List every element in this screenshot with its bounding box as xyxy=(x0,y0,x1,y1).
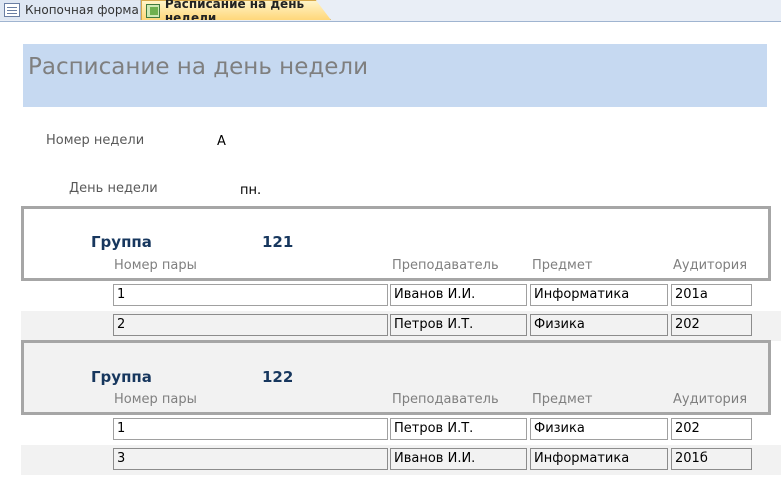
group-header-section: Группа 122 Номер пары Преподаватель Пред… xyxy=(21,340,771,415)
report-title: Расписание на день недели xyxy=(28,54,369,80)
weekday-label: День недели xyxy=(69,181,158,196)
tab-label: Расписание на день недели xyxy=(164,0,305,25)
report-icon xyxy=(146,3,160,18)
week-number-label: Номер недели xyxy=(46,133,145,148)
subject-field[interactable]: Физика xyxy=(530,418,668,440)
teacher-field[interactable]: Иванов И.И. xyxy=(390,284,527,306)
column-header-teacher: Преподаватель xyxy=(392,258,499,273)
room-field[interactable]: 201б xyxy=(671,448,752,470)
group-number: 122 xyxy=(262,368,294,386)
subject-field[interactable]: Информатика xyxy=(530,448,668,470)
column-header-pair-number: Номер пары xyxy=(114,258,197,273)
pair-number-field[interactable]: 1 xyxy=(113,284,388,306)
subject-field[interactable]: Физика xyxy=(530,314,668,336)
week-number-value: А xyxy=(217,134,226,149)
group-header-section: Группа 121 Номер пары Преподаватель Пред… xyxy=(21,206,771,281)
column-header-room: Аудитория xyxy=(673,258,748,273)
room-field[interactable]: 201а xyxy=(671,284,752,306)
room-field[interactable]: 202 xyxy=(671,314,752,336)
teacher-field[interactable]: Петров И.Т. xyxy=(390,418,527,440)
form-icon xyxy=(4,3,20,17)
table-row: 2 Петров И.Т. Физика 202 xyxy=(21,311,781,341)
column-header-pair-number: Номер пары xyxy=(114,392,197,407)
column-header-room: Аудитория xyxy=(673,392,748,407)
teacher-field[interactable]: Петров И.Т. xyxy=(390,314,527,336)
tab-label: Кнопочная форма xyxy=(25,3,139,17)
subject-field[interactable]: Информатика xyxy=(530,284,668,306)
report-header: Расписание на день недели xyxy=(23,44,767,107)
tab-switchboard-form[interactable]: Кнопочная форма xyxy=(0,0,141,20)
weekday-value: пн. xyxy=(240,183,262,198)
group-label: Группа xyxy=(91,368,152,386)
table-row: 1 Иванов И.И. Информатика 201а xyxy=(21,281,781,311)
group-label: Группа xyxy=(91,233,152,251)
document-tab-bar: Кнопочная форма Расписание на день недел… xyxy=(0,0,781,22)
tab-weekday-schedule-report[interactable]: Расписание на день недели xyxy=(141,0,331,20)
table-row: 3 Иванов И.И. Информатика 201б xyxy=(21,445,781,475)
pair-number-field[interactable]: 3 xyxy=(113,448,388,470)
group-number: 121 xyxy=(262,233,294,251)
column-header-teacher: Преподаватель xyxy=(392,392,499,407)
teacher-field[interactable]: Иванов И.И. xyxy=(390,448,527,470)
pair-number-field[interactable]: 1 xyxy=(113,418,388,440)
column-header-subject: Предмет xyxy=(532,258,593,273)
table-row: 1 Петров И.Т. Физика 202 xyxy=(21,415,781,445)
pair-number-field[interactable]: 2 xyxy=(113,314,388,336)
room-field[interactable]: 202 xyxy=(671,418,752,440)
column-header-subject: Предмет xyxy=(532,392,593,407)
